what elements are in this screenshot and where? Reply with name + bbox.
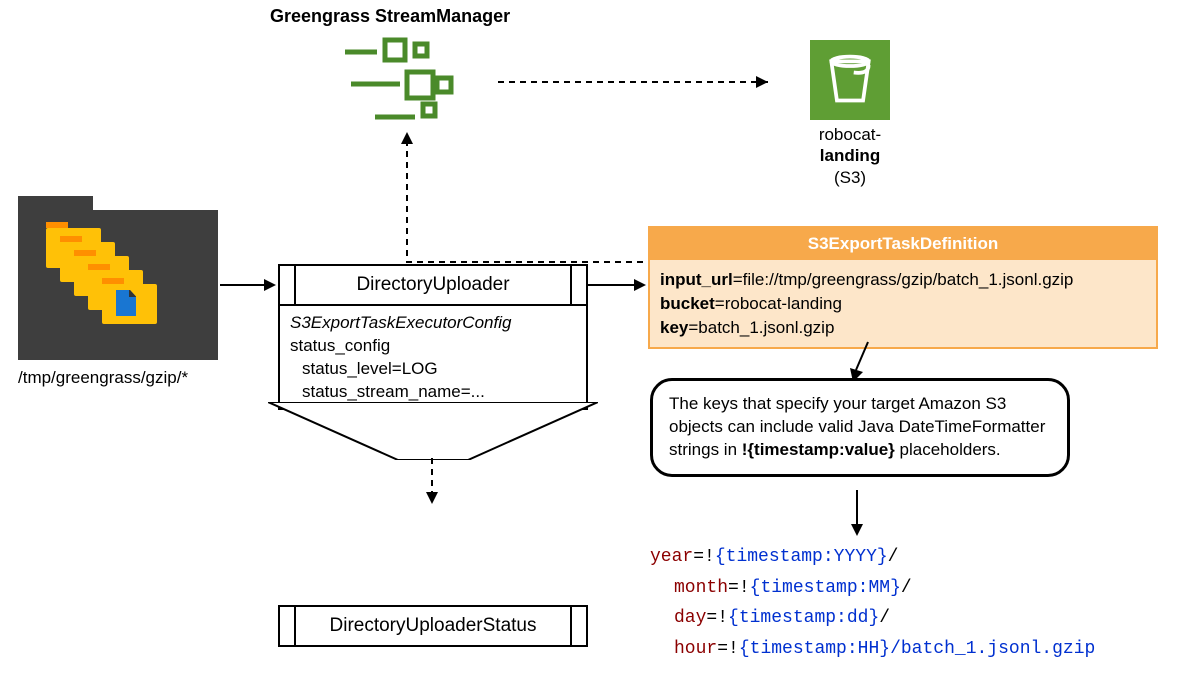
code-line-month: month=!{timestamp:MM}/ [650, 573, 1095, 604]
uploader-config-line3: status_stream_name=... [290, 381, 576, 404]
arrow-task-to-greengrass [395, 132, 675, 272]
source-folder: /tmp/greengrass/gzip/* [18, 210, 238, 380]
code-line-day: day=!{timestamp:dd}/ [650, 603, 1095, 634]
s3-export-task-definition: S3ExportTaskDefinition input_url=file://… [648, 226, 1158, 349]
uploader-config-line1: status_config [290, 335, 576, 358]
s3-bucket: robocat-landing (S3) [790, 40, 910, 188]
directory-uploader-status-box: DirectoryUploaderStatus [278, 605, 588, 647]
directory-uploader-box: DirectoryUploader S3ExportTaskExecutorCo… [278, 264, 588, 410]
uploader-name: DirectoryUploader [280, 266, 586, 306]
bucket-icon [810, 40, 890, 120]
uploader-config-title: S3ExportTaskExecutorConfig [290, 312, 576, 335]
arrow-note-to-code [845, 490, 869, 538]
s3def-header: S3ExportTaskDefinition [650, 228, 1156, 260]
arrow-uploader-to-s3def [588, 275, 650, 295]
arrow-funnel-to-status [420, 458, 444, 506]
s3def-bucket: bucket=robocat-landing [660, 292, 1146, 316]
note-bubble: The keys that specify your target Amazon… [650, 378, 1070, 477]
s3-bucket-label: robocat-landing (S3) [790, 124, 910, 188]
code-line-year: year=!{timestamp:YYYY}/ [650, 542, 1095, 573]
note-text-before: The keys that specify your target Amazon… [669, 394, 1045, 436]
code-line-hour: hour=!{timestamp:HH}/batch_1.jsonl.gzip [650, 634, 1095, 665]
note-placeholder: !{timestamp:value} [742, 440, 895, 459]
folder-path-label: /tmp/greengrass/gzip/* [18, 368, 238, 388]
diagram-title: Greengrass StreamManager [270, 6, 510, 27]
note-text-after-suffix: placeholders. [895, 440, 1001, 459]
s3def-key: key=batch_1.jsonl.gzip [660, 316, 1146, 340]
note-text-after-prefix: strings in [669, 440, 742, 459]
greengrass-icon [345, 32, 495, 132]
key-pattern-code: year=!{timestamp:YYYY}/ month=!{timestam… [650, 542, 1095, 664]
s3def-input-url: input_url=file://tmp/greengrass/gzip/bat… [660, 268, 1146, 292]
uploader-config-line2: status_level=LOG [290, 358, 576, 381]
arrow-greengrass-to-s3 [498, 72, 788, 92]
funnel [268, 402, 598, 460]
